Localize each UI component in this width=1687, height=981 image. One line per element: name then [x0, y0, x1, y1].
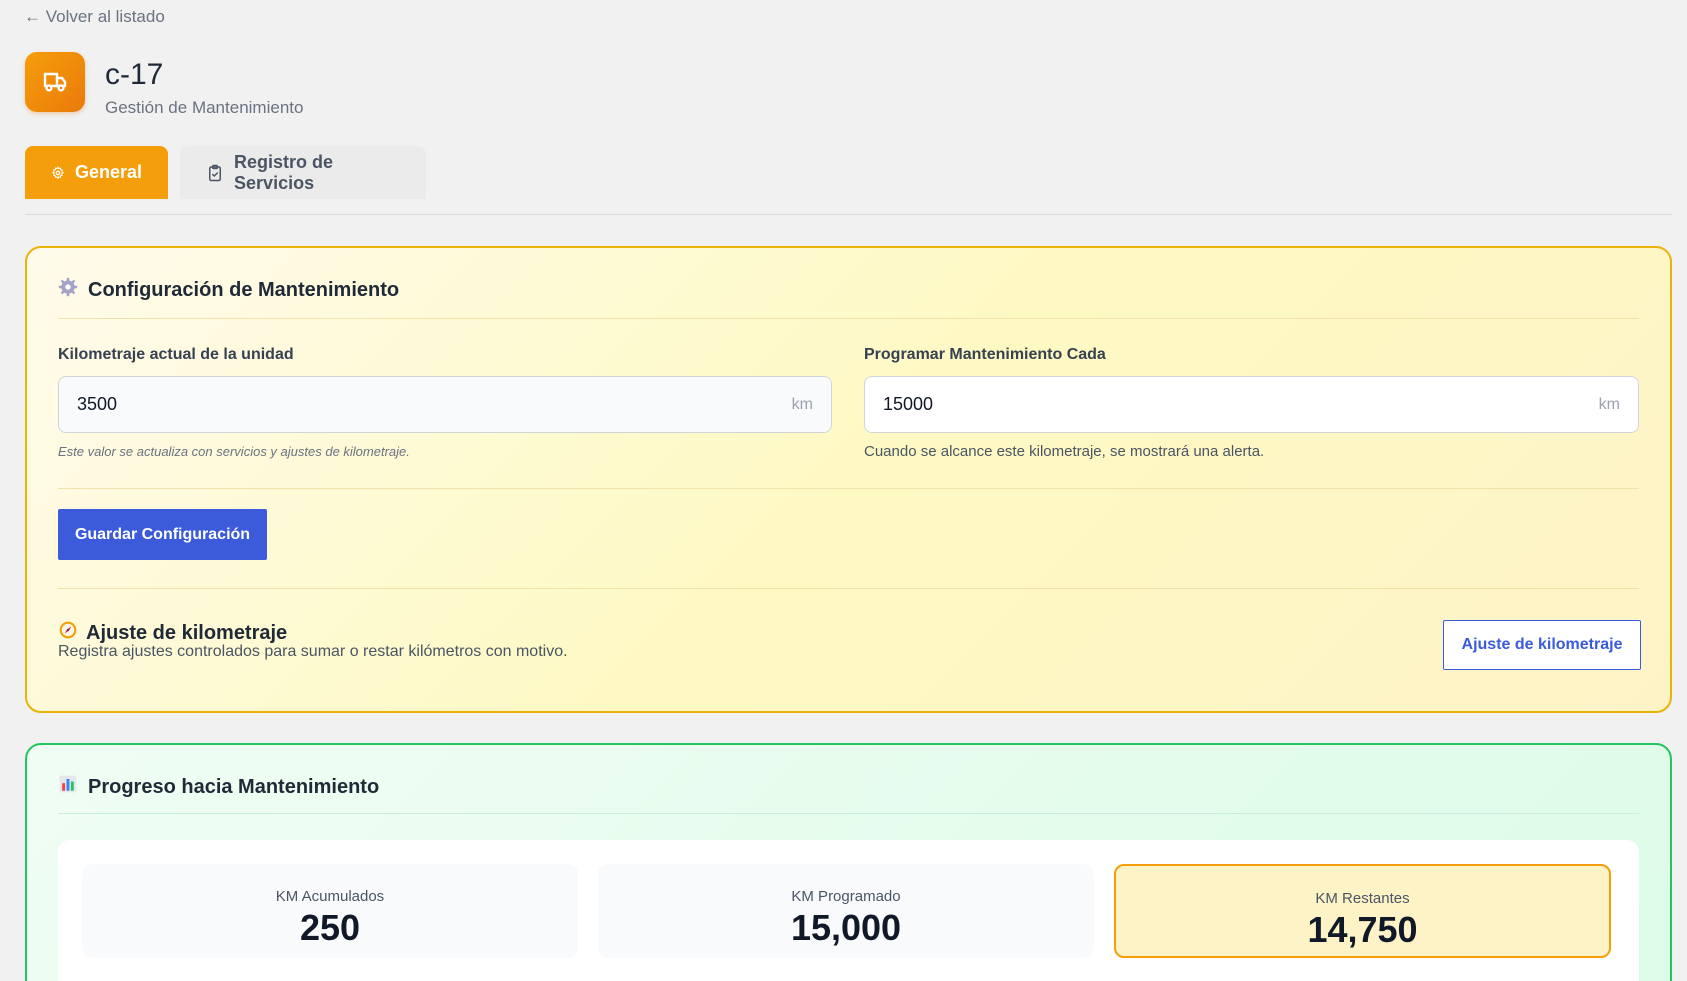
stat-value: 15,000 — [790, 907, 902, 948]
page-subtitle: Gestión de Mantenimiento — [105, 98, 304, 117]
gear-emoji-icon — [58, 277, 78, 303]
stat-label: KM Programado — [791, 888, 901, 905]
schedule-km-label: Programar Mantenimiento Cada — [864, 346, 1106, 363]
current-km-unit: km — [791, 395, 813, 413]
config-divider — [58, 488, 1639, 489]
tab-bar: General Registro de Servicios — [25, 146, 426, 199]
tab-registro-servicios-label: Registro de Servicios — [234, 151, 334, 193]
schedule-km-field[interactable]: 15000 km — [864, 376, 1639, 433]
schedule-km-help: Cuando se alcance este kilometraje, se m… — [864, 443, 1265, 460]
bar-chart-icon — [58, 774, 78, 800]
tab-general[interactable]: General — [25, 146, 168, 199]
current-km-value: 3500 — [77, 394, 118, 414]
unit-header: c-17 Gestión de Mantenimiento — [25, 52, 303, 118]
config-heading-text: Configuración de Mantenimiento — [88, 278, 400, 301]
adjust-divider — [58, 588, 1639, 589]
maintenance-progress-card: Progreso hacia Mantenimiento KM Acumulad… — [25, 743, 1672, 981]
stat-value: 250 — [299, 907, 361, 948]
current-km-label: Kilometraje actual de la unidad — [58, 346, 294, 363]
config-heading: Configuración de Mantenimiento — [58, 277, 399, 303]
stats-panel: KM Acumulados 250 KM Programado 15,000 K… — [58, 840, 1639, 981]
truck-icon — [25, 52, 85, 112]
progress-heading: Progreso hacia Mantenimiento — [58, 774, 379, 800]
stat-km-restantes: KM Restantes 14,750 — [1114, 864, 1611, 958]
tab-general-label: General — [74, 162, 142, 182]
page-title: c-17 — [105, 58, 164, 91]
config-heading-divider — [58, 318, 1639, 319]
tab-registro-servicios[interactable]: Registro de Servicios — [180, 146, 426, 199]
stat-value: 14,750 — [1307, 909, 1418, 950]
current-km-field[interactable]: 3500 km — [58, 376, 832, 433]
save-config-button[interactable]: Guardar Configuración — [58, 509, 267, 560]
stat-km-programado: KM Programado 15,000 — [598, 864, 1094, 958]
page: ← Volver al listado c-17 Gestión de Mant… — [0, 0, 1687, 981]
maintenance-config-card: Configuración de Mantenimiento Kilometra… — [25, 246, 1672, 713]
adjust-description: Registra ajustes controlados para sumar … — [58, 643, 568, 660]
schedule-km-value: 15000 — [883, 394, 934, 414]
stat-label: KM Acumulados — [275, 888, 385, 905]
schedule-km-unit: km — [1598, 395, 1620, 413]
adjust-km-button[interactable]: Ajuste de kilometraje — [1443, 620, 1641, 670]
stat-km-acumulados: KM Acumulados 250 — [82, 864, 578, 958]
adjust-title-text: Ajuste de kilometraje — [86, 621, 288, 644]
gear-icon — [52, 166, 64, 179]
current-km-help: Este valor se actualiza con servicios y … — [58, 444, 410, 459]
clipboard-check-icon — [209, 164, 222, 181]
back-link[interactable]: ← Volver al listado — [24, 7, 165, 27]
progress-heading-divider — [58, 813, 1639, 814]
tab-divider — [25, 214, 1672, 215]
progress-heading-text: Progreso hacia Mantenimiento — [88, 775, 380, 798]
stat-label: KM Restantes — [1315, 890, 1410, 907]
